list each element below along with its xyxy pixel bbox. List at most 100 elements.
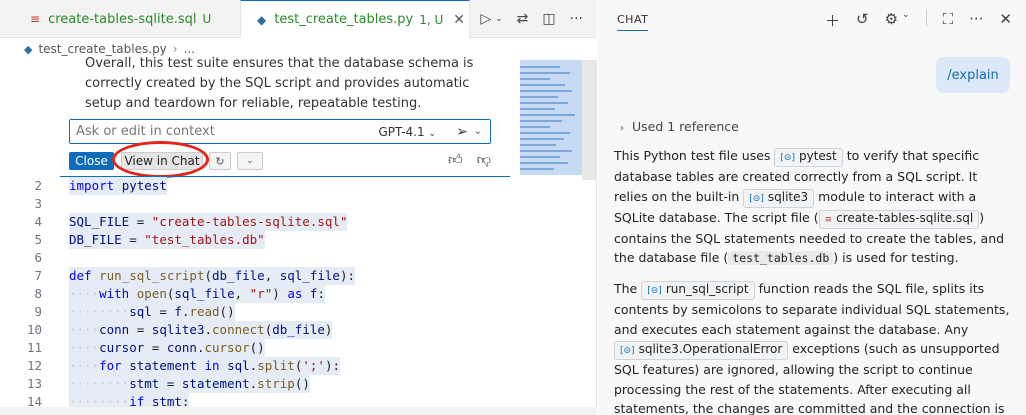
code-line[interactable]: 10 ····conn = sqlite3.connect(db_file)	[0, 321, 520, 339]
chat-header: CHAT ＋ ↺ ⚙ ⌄ ⛶ ··· ✕	[598, 0, 1026, 40]
symbol-icon: [⊝]	[647, 286, 662, 296]
code-text: ········sql = f.read()	[69, 303, 235, 321]
python-file-icon: ◆	[24, 42, 33, 56]
code-editor[interactable]: 2 import pytest 3 4 SQL_FILE = "create-table…	[0, 177, 520, 415]
chat-title[interactable]: CHAT	[617, 13, 649, 31]
used-references-label: Used 1 reference	[632, 119, 739, 134]
line-number: 9	[34, 304, 42, 319]
code-text: ········stmt = statement.strip()	[69, 375, 310, 393]
code-text: ····for statement in sql.split(';'):	[69, 357, 340, 375]
response-paragraph: This Python test file uses [⊝] pytest to …	[614, 146, 1014, 269]
pill-label: pytest	[799, 149, 837, 163]
file-reference-pill[interactable]: ≡ create-tables-sqlite.sql	[818, 209, 980, 229]
rerun-icon[interactable]: ↻	[209, 152, 231, 170]
line-number: 2	[34, 178, 42, 193]
line-number: 4	[34, 214, 42, 229]
split-editor-icon[interactable]: ◫	[542, 11, 555, 27]
chevron-down-icon[interactable]: ⌄	[474, 126, 482, 137]
inline-chat-input[interactable]: Ask or edit in context GPT-4.1 ⌄ ➢ ⌄	[69, 119, 491, 144]
chevron-right-icon: ›	[620, 123, 624, 134]
tab-test-create-tables-py[interactable]: ◆ test_create_tables.py 1, U ✕	[240, 0, 470, 38]
close-button[interactable]: Close	[69, 152, 114, 170]
code-line[interactable]: 8 ····with open(sql_file, "r") as f:	[0, 285, 520, 303]
thumbs-up-icon[interactable]: 👍︎	[448, 151, 463, 168]
history-icon[interactable]: ↺	[856, 10, 869, 31]
maximize-icon[interactable]: ⛶	[943, 10, 954, 31]
divider	[925, 10, 927, 26]
chevron-down-icon[interactable]: ⌄	[237, 152, 263, 170]
reference-pill[interactable]: [⊝] sqlite3.OperationalError	[614, 341, 789, 360]
code-line[interactable]: 11 ····cursor = conn.cursor()	[0, 339, 520, 357]
python-file-icon: ◆	[257, 12, 267, 27]
chevron-down-icon[interactable]: ⌄	[495, 14, 503, 24]
symbol-icon: [⊝]	[749, 193, 764, 204]
text: This Python test file uses	[614, 148, 775, 163]
line-number: 10	[26, 322, 42, 337]
tab-badge: U	[202, 12, 212, 26]
line-number: 5	[34, 232, 42, 247]
more-actions-icon[interactable]: ···	[570, 11, 583, 27]
code-line[interactable]: 6	[0, 249, 520, 267]
inline-code: test_tables.db	[728, 251, 834, 265]
response-paragraph: The [⊝] run_sql_script function reads the…	[614, 279, 1014, 415]
feedback-buttons: 👍︎ 👎︎	[448, 151, 491, 168]
code-line[interactable]: 2 import pytest	[0, 177, 520, 195]
code-text: DB_FILE = "test_tables.db"	[69, 231, 265, 249]
close-tab-icon[interactable]: ✕	[453, 12, 465, 28]
inline-chat-placeholder: Ask or edit in context	[76, 124, 215, 139]
compare-changes-icon[interactable]: ⇄	[517, 11, 529, 27]
model-name: GPT-4.1	[378, 124, 425, 139]
text: ) is used for testing.	[833, 250, 959, 265]
more-actions-icon[interactable]: ···	[969, 10, 983, 31]
pill-label: create-tables-sqlite.sql	[836, 210, 974, 225]
sql-file-icon: ≡	[30, 12, 41, 26]
gear-icon[interactable]: ⚙	[885, 10, 898, 31]
vscode-window: ≡ create-tables-sqlite.sql U ◆ test_crea…	[0, 0, 1026, 415]
tab-label: test_create_tables.py	[274, 12, 414, 27]
symbol-icon: [⊝]	[780, 153, 795, 163]
code-text: ····cursor = conn.cursor()	[69, 339, 265, 357]
code-text: SQL_FILE = "create-tables-sqlite.sql"	[69, 213, 348, 231]
thumbs-down-icon[interactable]: 👎︎	[477, 151, 491, 168]
text: The	[614, 281, 642, 296]
code-line[interactable]: 5 DB_FILE = "test_tables.db"	[0, 231, 520, 249]
close-icon[interactable]: ✕	[999, 10, 1012, 31]
line-number: 8	[34, 286, 42, 301]
pill-label: run_sql_script	[665, 282, 749, 296]
line-number: 13	[26, 376, 42, 391]
line-number: 6	[34, 250, 42, 265]
code-line[interactable]: 13 ········stmt = statement.strip()	[0, 375, 520, 393]
used-references-toggle[interactable]: › Used 1 reference	[620, 119, 739, 134]
editor-pane: ≡ create-tables-sqlite.sql U ◆ test_crea…	[0, 0, 597, 415]
user-message: /explain	[936, 57, 1010, 93]
new-chat-icon[interactable]: ＋	[825, 10, 840, 31]
sql-file-icon: ≡	[824, 214, 833, 225]
line-number: 12	[26, 358, 42, 373]
code-line[interactable]: 4 SQL_FILE = "create-tables-sqlite.sql"	[0, 213, 520, 231]
chat-panel: CHAT ＋ ↺ ⚙ ⌄ ⛶ ··· ✕ /explain › Used 1 re…	[598, 0, 1026, 415]
editor-actions: ▷ ⌄ ⇄ ◫ ···	[480, 0, 597, 38]
code-text: ····with open(sql_file, "r") as f:	[69, 285, 325, 303]
run-icon[interactable]: ▷	[480, 11, 491, 27]
tab-label: create-tables-sqlite.sql	[48, 11, 197, 27]
model-picker[interactable]: GPT-4.1 ⌄	[378, 125, 436, 139]
code-line[interactable]: 7 def run_sql_script(db_file, sql_file):	[0, 267, 520, 285]
reference-pill[interactable]: [⊝] sqlite3	[743, 188, 815, 208]
tab-create-tables-sql[interactable]: ≡ create-tables-sqlite.sql U	[30, 0, 240, 38]
line-number: 11	[26, 340, 42, 355]
reference-pill[interactable]: [⊝] pytest	[774, 148, 843, 167]
minimap[interactable]	[520, 60, 582, 175]
vertical-scrollbar[interactable]	[582, 60, 596, 180]
chat-actions: ＋ ↺ ⚙ ⌄ ⛶ ··· ✕	[825, 10, 1012, 31]
tab-bar: ≡ create-tables-sqlite.sql U ◆ test_crea…	[0, 0, 597, 38]
code-line[interactable]: 12 ····for statement in sql.split(';'):	[0, 357, 520, 375]
code-line[interactable]: 3	[0, 195, 520, 213]
reference-pill[interactable]: [⊝] run_sql_script	[641, 281, 755, 300]
highlight-annotation	[112, 141, 209, 178]
inline-chat-summary: Overall, this test suite ensures that th…	[85, 56, 474, 111]
code-line[interactable]: 9 ········sql = f.read()	[0, 303, 520, 321]
horizontal-scrollbar[interactable]	[0, 407, 597, 415]
symbol-icon: [⊝]	[620, 346, 635, 356]
chevron-down-icon[interactable]: ⌄	[902, 10, 910, 31]
send-icon[interactable]: ➢	[456, 124, 468, 140]
